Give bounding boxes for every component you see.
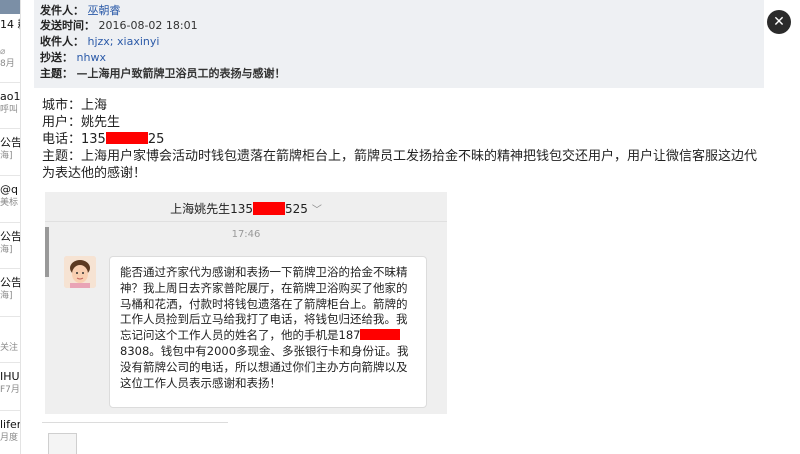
from-value[interactable]: 巫朝睿 xyxy=(88,4,121,17)
list-item-title: lifer xyxy=(0,418,20,431)
child-avatar-icon xyxy=(64,256,96,288)
list-item-date: 8月 xyxy=(0,59,15,69)
list-item-snippet: 关注 xyxy=(0,343,19,353)
paperclip-icon: ⌀ xyxy=(0,47,6,57)
message-text-part2: 8308。钱包中有2000多现金、多张银行卡和身份证。我没有箭牌公司的电话，所以… xyxy=(120,343,409,390)
list-item[interactable]: ao1 呼叫 xyxy=(0,90,20,116)
body-user: 用户：姚先生 xyxy=(42,115,121,130)
attachment-thumbnail[interactable] xyxy=(48,433,77,454)
time-value: 2016-08-02 18:01 xyxy=(98,19,198,32)
body-city: 城市：上海 xyxy=(42,98,108,113)
to-value[interactable]: hjzx; xiaxinyi xyxy=(88,35,160,48)
message-bubble: 能否通过齐家代为感谢和表扬一下箭牌卫浴的拾金不昧精神？我上周日去齐家普陀展厅，在… xyxy=(109,256,427,408)
avatar xyxy=(64,256,96,288)
list-item-title: ao1 xyxy=(0,90,20,103)
list-item-title: 公告 xyxy=(0,276,20,289)
divider xyxy=(0,128,20,129)
cc-label: 抄送： xyxy=(40,51,73,64)
list-item[interactable]: lifer 月度 xyxy=(0,418,20,444)
list-item-snippet: 海] xyxy=(0,245,13,255)
list-item[interactable]: ⌀ 8月 xyxy=(0,46,20,70)
list-item[interactable]: @q 美标 xyxy=(0,183,20,209)
divider xyxy=(0,362,20,363)
list-item-snippet: 月度 xyxy=(0,433,19,443)
body-subject: 主题：上海用户家博会活动时钱包遗落在箭牌柜台上，箭牌员工发扬拾金不昧的精神把钱包… xyxy=(42,149,758,181)
subject-label: 主题： xyxy=(40,67,73,80)
body-phone: 电话：135 25 xyxy=(42,131,764,148)
cc-row: 抄送： nhwx xyxy=(40,51,106,65)
list-item-title: @q xyxy=(0,183,18,196)
list-item[interactable]: 14 耕 xyxy=(0,18,20,32)
close-icon: ✕ xyxy=(773,14,785,30)
time-label: 发送时间： xyxy=(40,19,95,32)
divider xyxy=(0,316,20,317)
list-item-snippet: 海] xyxy=(0,151,13,161)
list-item-snippet: 美标 xyxy=(0,198,19,208)
time-row: 发送时间： 2016-08-02 18:01 xyxy=(40,19,198,33)
list-top-tab[interactable] xyxy=(0,0,20,14)
list-item-snippet: 海] xyxy=(0,291,13,301)
list-item-title: 公告 xyxy=(0,230,20,243)
list-item-title: 公告 xyxy=(0,136,20,149)
divider xyxy=(42,422,228,423)
redaction-block xyxy=(360,329,401,341)
from-row: 发件人： 巫朝睿 xyxy=(40,4,121,18)
to-row: 收件人： hjzx; xiaxinyi xyxy=(40,35,159,49)
chevron-down-icon: ﹀ xyxy=(311,205,322,216)
subject-value: —上海用户致箭牌卫浴员工的表扬与感谢！ xyxy=(76,67,286,80)
cc-value[interactable]: nhwx xyxy=(77,51,106,64)
list-item-snippet: F7月 xyxy=(0,385,20,395)
list-item[interactable]: 关注 xyxy=(0,342,20,354)
divider xyxy=(0,268,20,269)
phone-suffix: 25 xyxy=(147,132,165,147)
divider xyxy=(0,410,20,411)
list-item[interactable]: 公告 海] xyxy=(0,136,20,162)
chat-screenshot: 上海姚先生135 525 ﹀ 17:46 能否通过齐家代为感谢和表扬一下箭牌卫浴的拾… xyxy=(45,192,447,414)
list-item[interactable]: 公告 海] xyxy=(0,230,20,256)
list-item[interactable]: IHU F7月 xyxy=(0,370,20,396)
mail-header: 发件人： 巫朝睿 发送时间： 2016-08-02 18:01 收件人： hjz… xyxy=(34,0,764,88)
divider xyxy=(0,82,20,83)
chat-title: 上海姚先生135 525 ﹀ xyxy=(45,200,447,217)
mail-list-panel: 14 耕 ⌀ 8月 ao1 呼叫 公告 海] @q 美标 公告 海] 公告 海]… xyxy=(0,0,21,454)
phone-prefix: 电话：135 xyxy=(42,132,106,147)
redaction-block xyxy=(253,202,285,215)
mail-body: 城市：上海 用户：姚先生 电话：135 25 主题：上海用户家博会活动时钱包遗落在… xyxy=(42,97,764,182)
divider xyxy=(45,221,447,222)
list-item-snippet: 呼叫 xyxy=(0,105,19,115)
redaction-block xyxy=(105,132,148,144)
subject-row: 主题： —上海用户致箭牌卫浴员工的表扬与感谢！ xyxy=(40,67,286,81)
from-label: 发件人： xyxy=(40,4,84,17)
list-item-title: 14 耕 xyxy=(0,18,20,31)
divider xyxy=(0,175,20,176)
list-item[interactable]: 公告 海] xyxy=(0,276,20,302)
chat-title-prefix: 上海姚先生135 xyxy=(170,202,253,216)
to-label: 收件人： xyxy=(40,35,84,48)
list-item-title: IHU xyxy=(0,370,20,383)
divider xyxy=(0,222,20,223)
chat-title-suffix: 525 xyxy=(285,202,308,216)
close-button[interactable]: ✕ xyxy=(767,10,791,34)
chat-time: 17:46 xyxy=(231,229,261,240)
